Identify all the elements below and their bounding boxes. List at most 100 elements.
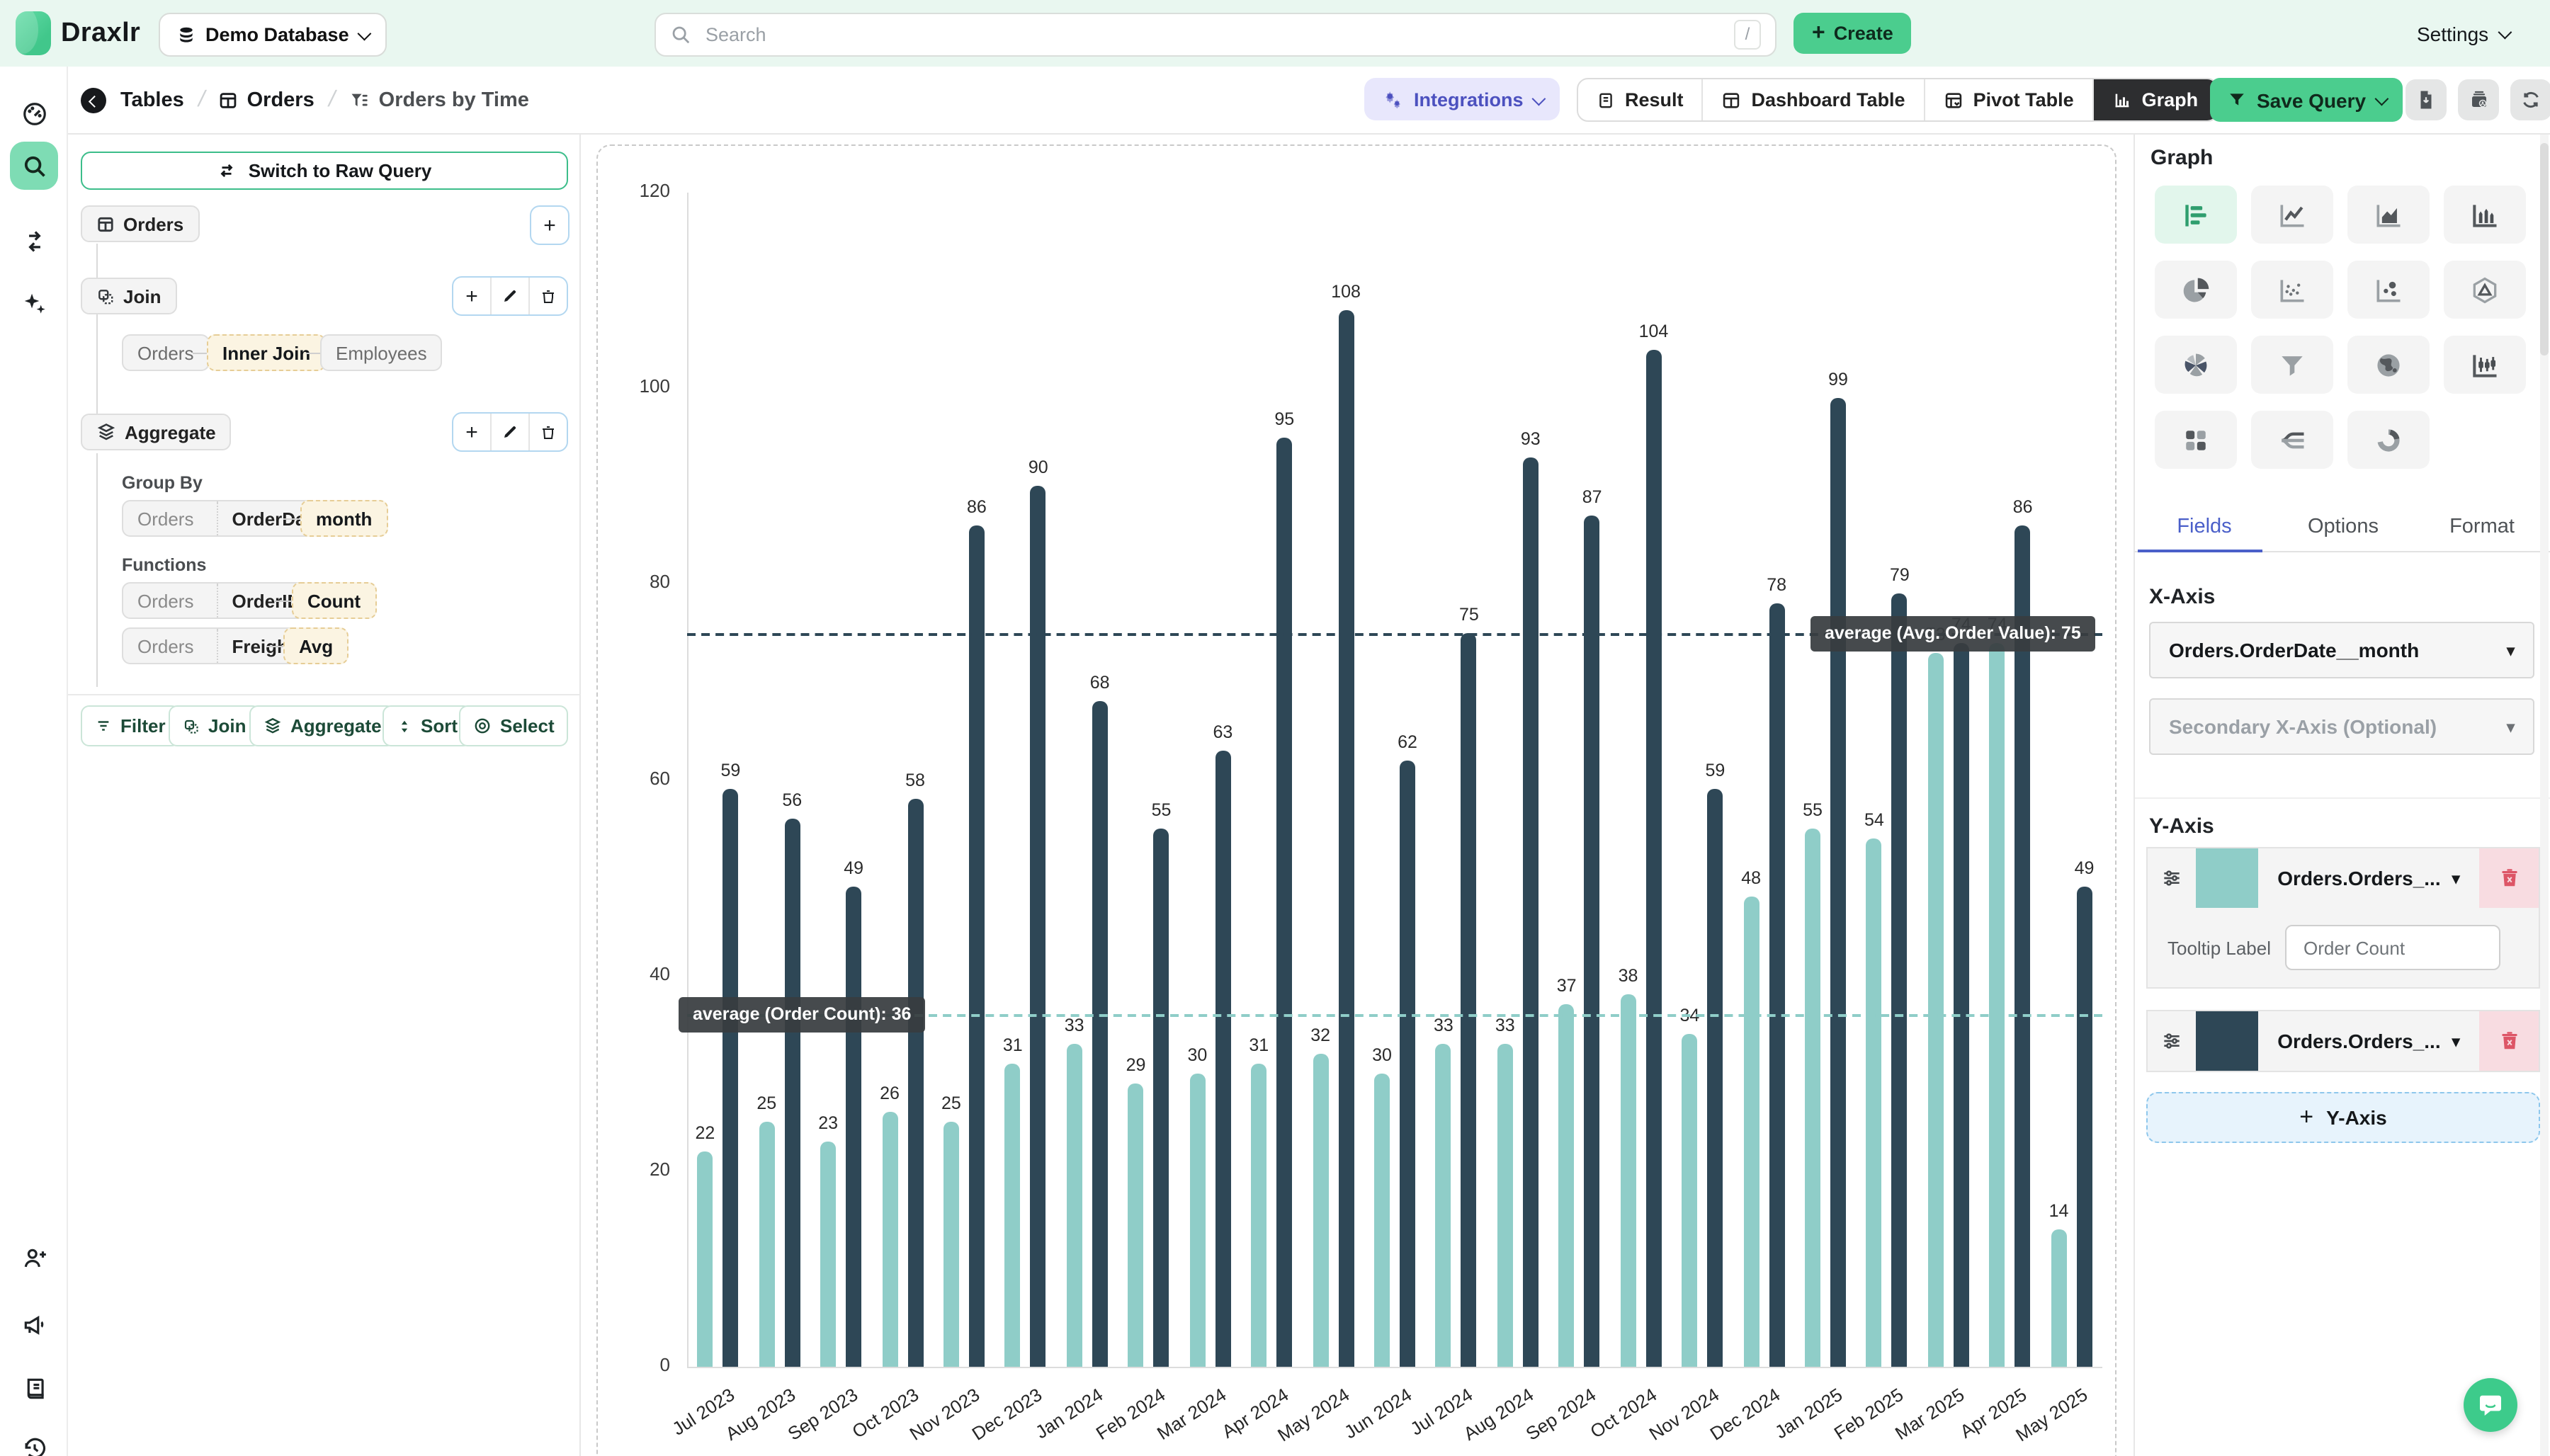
save-query-button[interactable]: Save Query (2210, 78, 2403, 122)
bar-order-count[interactable] (1005, 1064, 1021, 1367)
global-search[interactable]: / (654, 13, 1776, 57)
explore-nav-item[interactable] (10, 142, 58, 190)
edit-join-button[interactable] (490, 278, 528, 314)
chart-type-bubble[interactable] (2347, 261, 2430, 319)
tab-format[interactable]: Format (2413, 506, 2550, 551)
search-input[interactable] (703, 23, 1723, 47)
aggregate-step-chip[interactable]: Aggregate (81, 414, 232, 450)
bar-avg-order-value[interactable] (722, 790, 738, 1367)
chart-type-sankey[interactable] (2251, 411, 2333, 469)
breadcrumb-tables[interactable]: Tables (120, 89, 184, 111)
bar-avg-order-value[interactable] (1215, 751, 1230, 1367)
invite-user-nav-item[interactable] (10, 1234, 58, 1282)
bar-avg-order-value[interactable] (1338, 310, 1354, 1367)
add-y-axis-button[interactable]: + Y-Axis (2146, 1092, 2540, 1143)
bar-order-count[interactable] (697, 1151, 713, 1367)
add-step-button[interactable]: + (530, 205, 570, 245)
source-table-chip[interactable]: Orders (81, 205, 199, 242)
tab-options[interactable]: Options (2274, 506, 2413, 551)
chart-type-pie[interactable] (2155, 261, 2237, 319)
bar-avg-order-value[interactable] (1400, 760, 1415, 1367)
bar-order-count[interactable] (820, 1142, 836, 1367)
bar-avg-order-value[interactable] (2077, 887, 2092, 1367)
bar-avg-order-value[interactable] (1769, 603, 1784, 1367)
series-color-swatch[interactable] (2196, 848, 2258, 908)
bar-order-count[interactable] (1189, 1074, 1205, 1367)
draxlr-logo-icon[interactable] (16, 11, 51, 55)
bar-avg-order-value[interactable] (907, 800, 923, 1367)
bar-order-count[interactable] (1497, 1044, 1513, 1367)
switch-to-raw-query-button[interactable]: Switch to Raw Query (81, 152, 568, 190)
chart-type-donut[interactable] (2347, 411, 2430, 469)
join-action-button[interactable]: Join (169, 705, 260, 746)
bar-avg-order-value[interactable] (1154, 829, 1169, 1367)
series-settings-button[interactable] (2148, 1011, 2196, 1071)
bar-avg-order-value[interactable] (784, 819, 800, 1367)
bar-avg-order-value[interactable] (1276, 437, 1292, 1367)
chart-type-radar[interactable] (2444, 261, 2526, 319)
bar-avg-order-value[interactable] (2015, 525, 2031, 1367)
bar-avg-order-value[interactable] (1645, 349, 1661, 1367)
bar-order-count[interactable] (1990, 643, 2005, 1367)
chat-support-button[interactable] (2464, 1378, 2517, 1432)
bar-order-count[interactable] (1559, 1005, 1575, 1367)
series-color-swatch[interactable] (2196, 1011, 2258, 1071)
chart-type-treemap[interactable] (2155, 411, 2237, 469)
secondary-x-axis-select[interactable]: Secondary X-Axis (Optional) ▾ (2149, 698, 2534, 755)
chart-type-column-trend[interactable] (2444, 186, 2526, 244)
tab-fields[interactable]: Fields (2135, 506, 2274, 551)
tab-result[interactable]: Result (1578, 79, 1702, 120)
bar-avg-order-value[interactable] (1707, 790, 1723, 1367)
bar-order-count[interactable] (1436, 1044, 1451, 1367)
join-right-table-chip[interactable]: Employees (320, 334, 443, 371)
bar-order-count[interactable] (1313, 1054, 1328, 1367)
bar-avg-order-value[interactable] (1523, 457, 1538, 1367)
bar-order-count[interactable] (1682, 1034, 1697, 1367)
bar-avg-order-value[interactable] (1031, 487, 1046, 1367)
collections-button[interactable] (2458, 79, 2499, 120)
filter-action-button[interactable]: Filter (81, 705, 180, 746)
bar-order-count[interactable] (1374, 1074, 1390, 1367)
series-settings-button[interactable] (2148, 848, 2196, 908)
tooltip-label-input[interactable]: Order Count (2285, 925, 2500, 970)
create-button[interactable]: + Create (1794, 13, 1912, 54)
add-join-button[interactable]: + (453, 278, 490, 314)
x-axis-select[interactable]: Orders.OrderDate__month ▾ (2149, 622, 2534, 678)
sync-nav-item[interactable] (10, 217, 58, 265)
delete-series-button[interactable] (2479, 848, 2539, 908)
breadcrumb-orders[interactable]: Orders (219, 89, 314, 111)
database-selector[interactable]: Demo Database (159, 13, 387, 57)
edit-aggregate-button[interactable] (490, 414, 528, 450)
bar-avg-order-value[interactable] (846, 887, 861, 1367)
bar-avg-order-value[interactable] (969, 525, 985, 1367)
bar-order-count[interactable] (2051, 1230, 2067, 1367)
delete-aggregate-button[interactable] (528, 414, 567, 450)
tab-graph[interactable]: Graph (2092, 79, 2217, 120)
delete-series-button[interactable] (2479, 1011, 2539, 1071)
chart-type-scatter[interactable] (2251, 261, 2333, 319)
settings-menu[interactable]: Settings (2417, 0, 2508, 67)
chart-type-line[interactable] (2251, 186, 2333, 244)
bar-avg-order-value[interactable] (1954, 643, 1969, 1367)
chart-type-map[interactable] (2347, 336, 2430, 394)
tab-dashboard-table[interactable]: Dashboard Table (1702, 79, 1924, 120)
chart-type-candlestick[interactable] (2444, 336, 2526, 394)
bar-avg-order-value[interactable] (1892, 593, 1908, 1367)
bar-order-count[interactable] (1928, 652, 1944, 1367)
dashboards-nav-item[interactable] (10, 89, 58, 137)
bar-order-count[interactable] (1251, 1064, 1266, 1367)
chart-type-funnel[interactable] (2251, 336, 2333, 394)
function-type-chip[interactable]: Avg (283, 627, 348, 664)
scrollbar[interactable] (2540, 135, 2549, 1456)
delete-join-button[interactable] (528, 278, 567, 314)
bar-order-count[interactable] (882, 1113, 897, 1367)
ai-assist-nav-item[interactable] (10, 279, 58, 327)
bar-order-count[interactable] (1067, 1044, 1082, 1367)
export-button[interactable] (2406, 79, 2447, 120)
breadcrumb-query-name[interactable]: Orders by Time (349, 89, 529, 111)
bar-order-count[interactable] (944, 1122, 959, 1367)
group-by-granularity-chip[interactable]: month (300, 500, 387, 537)
chart-type-bar-horizontal[interactable] (2155, 186, 2237, 244)
aggregate-action-button[interactable]: Aggregate (249, 705, 396, 746)
bar-avg-order-value[interactable] (1461, 633, 1477, 1367)
